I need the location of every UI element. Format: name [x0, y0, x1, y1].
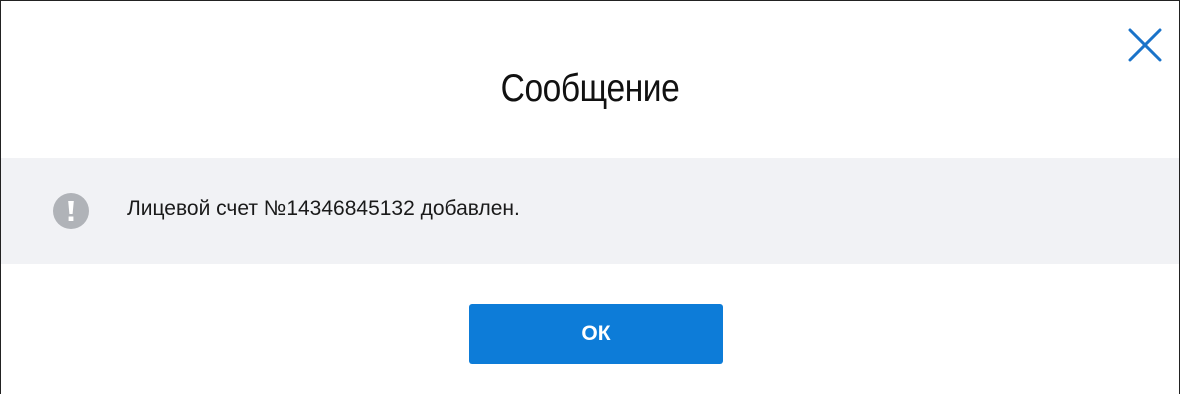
message-text: Лицевой счет №14346845132 добавлен. [127, 197, 520, 220]
close-icon [1128, 28, 1162, 62]
message-area: Лицевой счет №14346845132 добавлен. [1, 158, 1179, 264]
dialog-title: Сообщение [500, 67, 680, 110]
exclamation-icon [53, 193, 89, 229]
close-button[interactable] [1123, 23, 1167, 67]
ok-button[interactable]: ОК [469, 304, 723, 364]
message-dialog: Сообщение Лицевой счет №14346845132 доба… [0, 0, 1180, 394]
